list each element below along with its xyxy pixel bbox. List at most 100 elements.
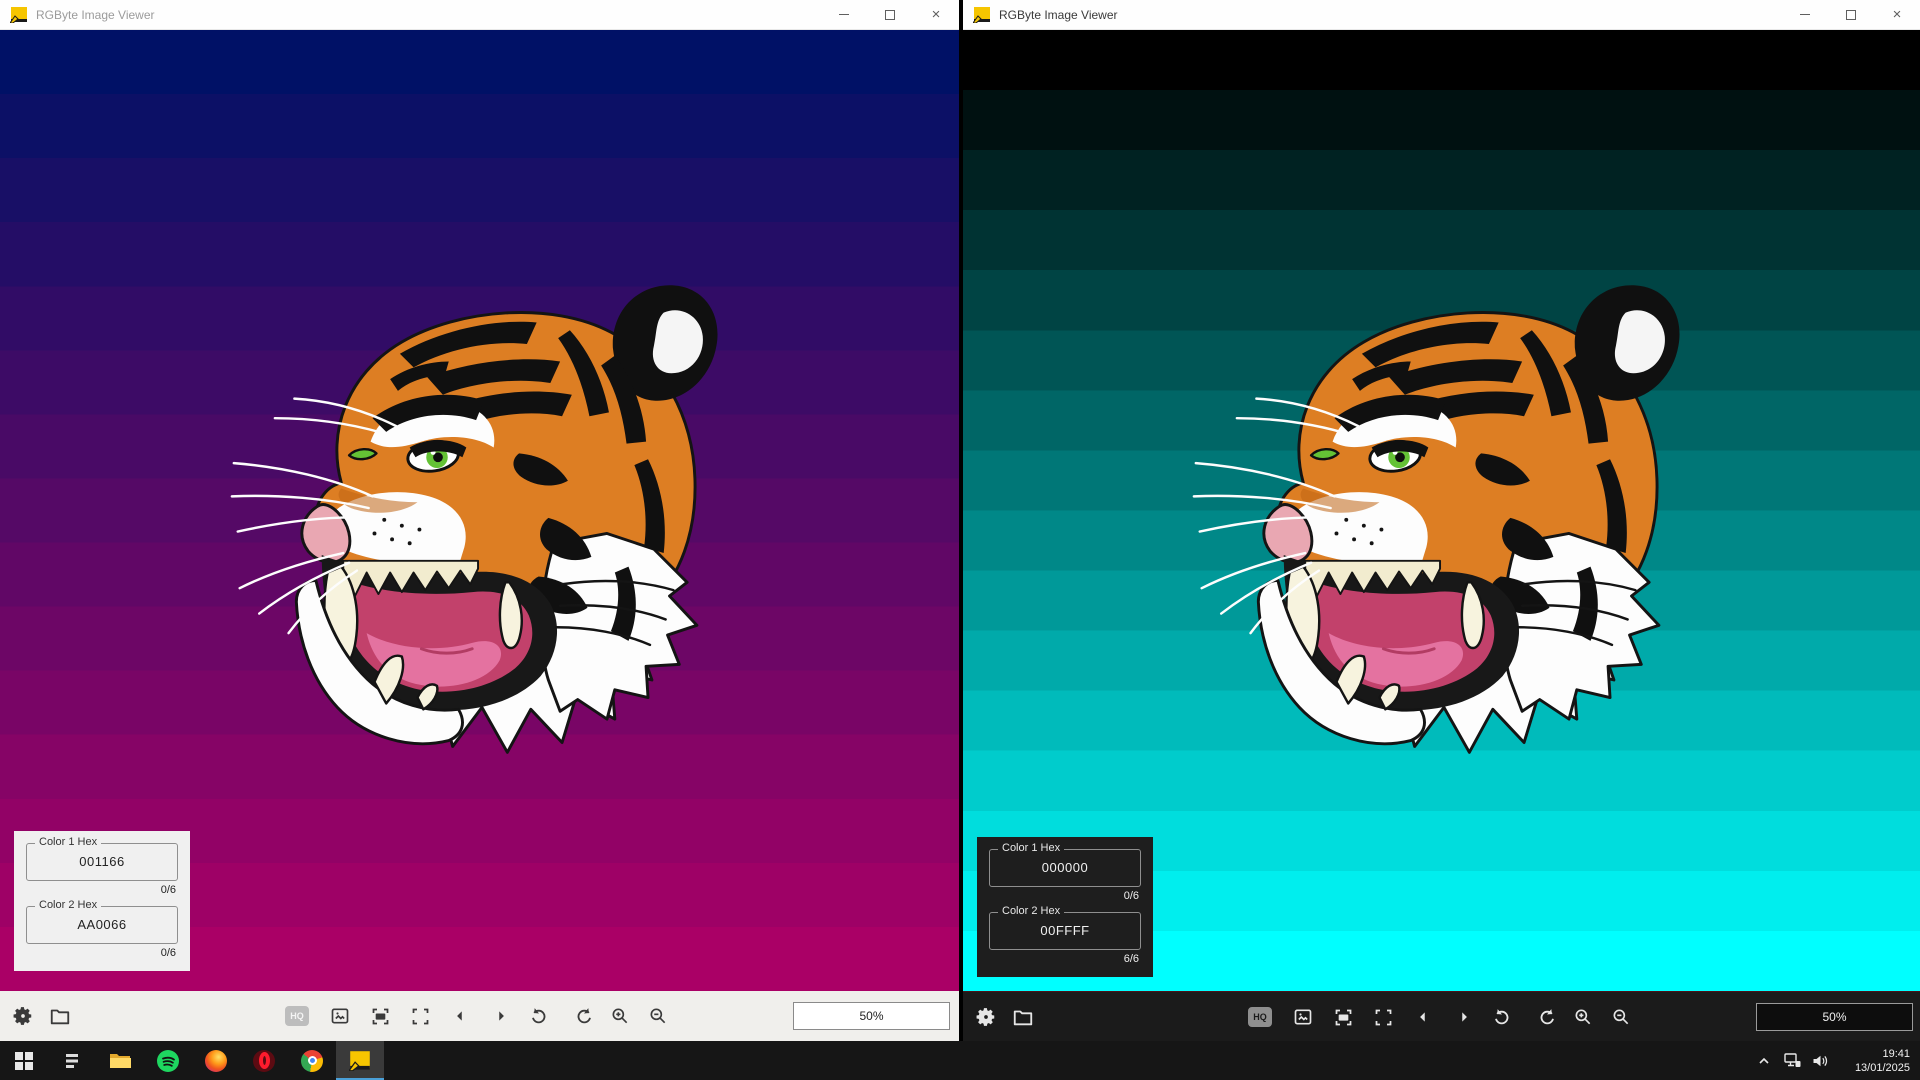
close-icon: × — [1893, 7, 1902, 22]
settings-button[interactable] — [973, 1004, 999, 1030]
spotify-button[interactable] — [144, 1041, 192, 1080]
hq-toggle-button[interactable]: HQ — [284, 1003, 310, 1029]
zoom-out-icon — [1611, 1007, 1631, 1027]
hq-icon: HQ — [285, 1006, 309, 1026]
rotate-ccw-button[interactable] — [1489, 1004, 1515, 1030]
color2-hex-input[interactable]: 00FFFF — [990, 923, 1140, 938]
taskbar: 19:41 13/01/2025 — [0, 1041, 1920, 1080]
color1-hex-field[interactable]: Color 1 Hex 000000 — [989, 849, 1141, 887]
firefox-button[interactable] — [192, 1041, 240, 1080]
tray-date: 13/01/2025 — [1840, 1061, 1910, 1075]
next-button[interactable] — [1451, 1004, 1477, 1030]
toolbar-left: HQ 50% — [0, 991, 959, 1041]
rotate-cw-icon — [1537, 1007, 1557, 1027]
previous-button[interactable] — [1410, 1004, 1436, 1030]
maximize-button[interactable] — [867, 0, 913, 29]
fit-width-icon — [1333, 1007, 1354, 1028]
minimize-button[interactable] — [1782, 0, 1828, 29]
color2-hex-label: Color 2 Hex — [35, 899, 101, 911]
fit-width-button[interactable] — [367, 1003, 393, 1029]
next-button[interactable] — [488, 1003, 514, 1029]
hq-icon: HQ — [1248, 1007, 1272, 1027]
file-explorer-button[interactable] — [96, 1041, 144, 1080]
color1-char-counter: 0/6 — [989, 890, 1139, 902]
maximize-icon — [885, 10, 895, 20]
color1-hex-input[interactable]: 001166 — [27, 854, 177, 869]
zoom-in-button[interactable] — [607, 1003, 633, 1029]
color2-hex-input[interactable]: AA0066 — [27, 917, 177, 932]
fullscreen-icon — [1373, 1007, 1394, 1028]
zoom-out-button[interactable] — [1608, 1004, 1634, 1030]
close-icon: × — [932, 7, 941, 22]
rgbyte-viewer-taskbar-button[interactable] — [336, 1041, 384, 1080]
zoom-out-icon — [648, 1006, 668, 1026]
viewer-window-left: RGByte Image Viewer × Color 1 Hex 001166… — [0, 0, 959, 1041]
window-title: RGByte Image Viewer — [36, 8, 155, 22]
zoom-level-input[interactable]: 50% — [793, 1002, 950, 1030]
fit-width-button[interactable] — [1330, 1004, 1356, 1030]
volume-button[interactable] — [1806, 1041, 1834, 1080]
zoom-in-button[interactable] — [1570, 1004, 1596, 1030]
start-button[interactable] — [0, 1041, 48, 1080]
color2-hex-field[interactable]: Color 2 Hex 00FFFF — [989, 912, 1141, 950]
minimize-button[interactable] — [821, 0, 867, 29]
color1-hex-field[interactable]: Color 1 Hex 001166 — [26, 843, 178, 881]
gear-icon — [12, 1005, 34, 1027]
fullscreen-button[interactable] — [407, 1003, 433, 1029]
tray-overflow-button[interactable] — [1750, 1041, 1778, 1080]
rotate-ccw-icon — [1492, 1007, 1512, 1027]
network-icon — [1784, 1053, 1801, 1068]
tray-time: 19:41 — [1840, 1047, 1910, 1061]
color1-char-counter: 0/6 — [26, 884, 176, 896]
rotate-cw-button[interactable] — [571, 1003, 597, 1029]
chrome-button[interactable] — [288, 1041, 336, 1080]
picture-icon — [1293, 1007, 1313, 1027]
picture-icon — [330, 1006, 350, 1026]
titlebar-right[interactable]: RGByte Image Viewer × — [963, 0, 1920, 30]
color2-hex-label: Color 2 Hex — [998, 905, 1064, 917]
titlebar-left[interactable]: RGByte Image Viewer × — [0, 0, 959, 30]
task-view-button[interactable] — [48, 1041, 96, 1080]
rotate-cw-button[interactable] — [1534, 1004, 1560, 1030]
color1-hex-label: Color 1 Hex — [35, 836, 101, 848]
folder-icon — [49, 1005, 71, 1027]
fullscreen-button[interactable] — [1370, 1004, 1396, 1030]
maximize-icon — [1846, 10, 1856, 20]
firefox-icon — [205, 1050, 227, 1072]
open-folder-button[interactable] — [1010, 1004, 1036, 1030]
opera-button[interactable] — [240, 1041, 288, 1080]
fit-width-icon — [370, 1006, 391, 1027]
clock[interactable]: 19:41 13/01/2025 — [1840, 1047, 1910, 1075]
close-button[interactable]: × — [913, 0, 959, 29]
zoom-in-icon — [610, 1006, 630, 1026]
rotate-ccw-button[interactable] — [526, 1003, 552, 1029]
viewer-window-right: RGByte Image Viewer × Color 1 Hex 000000… — [963, 0, 1920, 1041]
network-button[interactable] — [1778, 1041, 1806, 1080]
fullscreen-icon — [410, 1006, 431, 1027]
open-folder-button[interactable] — [47, 1003, 73, 1029]
chevron-right-icon — [1457, 1010, 1471, 1024]
image-viewport-left[interactable]: Color 1 Hex 001166 0/6 Color 2 Hex AA006… — [0, 30, 959, 991]
opera-icon — [253, 1050, 275, 1072]
color1-hex-label: Color 1 Hex — [998, 842, 1064, 854]
color-panel-left: Color 1 Hex 001166 0/6 Color 2 Hex AA006… — [14, 831, 190, 971]
color1-hex-input[interactable]: 000000 — [990, 860, 1140, 875]
color2-char-counter: 6/6 — [989, 953, 1139, 965]
color2-hex-field[interactable]: Color 2 Hex AA0066 — [26, 906, 178, 944]
chevron-left-icon — [453, 1009, 467, 1023]
zoom-level-input[interactable]: 50% — [1756, 1003, 1913, 1031]
zoom-out-button[interactable] — [645, 1003, 671, 1029]
folder-icon — [1012, 1006, 1034, 1028]
close-button[interactable]: × — [1874, 0, 1920, 29]
hq-toggle-button[interactable]: HQ — [1247, 1004, 1273, 1030]
windows-logo-icon — [15, 1052, 33, 1070]
gear-icon — [975, 1006, 997, 1028]
image-info-button[interactable] — [327, 1003, 353, 1029]
image-viewport-right[interactable]: Color 1 Hex 000000 0/6 Color 2 Hex 00FFF… — [963, 30, 1920, 991]
maximize-button[interactable] — [1828, 0, 1874, 29]
rgbyte-app-icon — [349, 1051, 371, 1071]
color2-char-counter: 0/6 — [26, 947, 176, 959]
image-info-button[interactable] — [1290, 1004, 1316, 1030]
settings-button[interactable] — [10, 1003, 36, 1029]
previous-button[interactable] — [447, 1003, 473, 1029]
